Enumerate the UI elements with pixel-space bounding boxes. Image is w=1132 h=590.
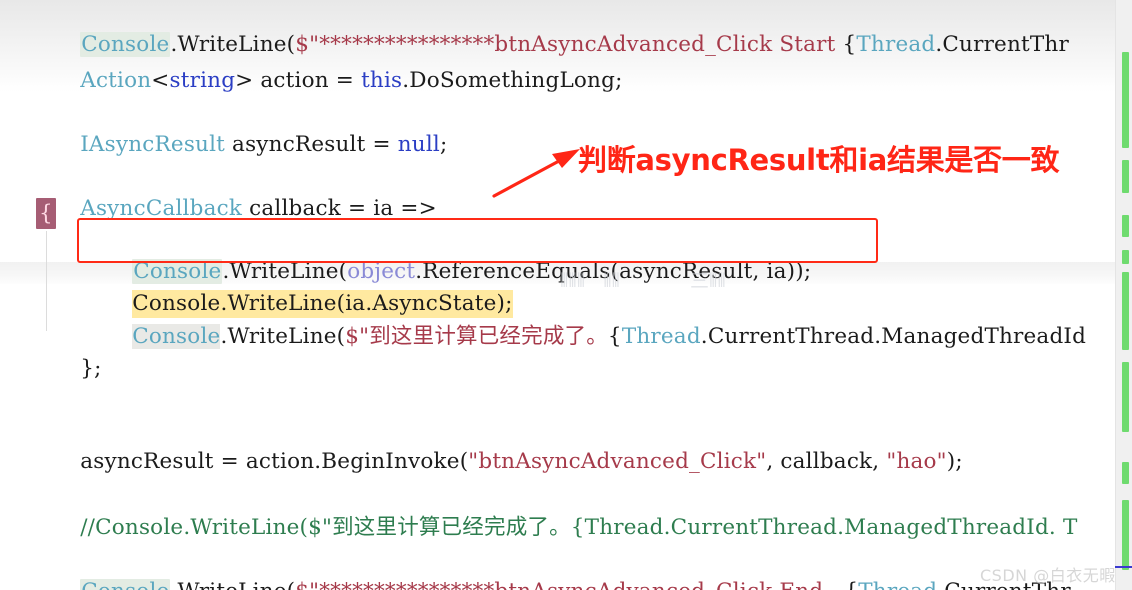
token-callback-lambda: callback = ia => — [242, 196, 437, 221]
token-angle-open: < — [151, 68, 170, 93]
change-marker — [1122, 500, 1129, 570]
scrollbar-thumb-indicator[interactable] — [1115, 566, 1132, 568]
code-line-console-end[interactable]: Console.WriteLine($"****************btnA… — [38, 553, 1071, 590]
indent-guide — [46, 231, 47, 331]
open-brace-glyph: { — [39, 201, 53, 226]
token-currentthread: .CurrentThr — [935, 32, 1069, 57]
change-marker — [1122, 215, 1129, 237]
token-arg-name: "btnAsyncAdvanced_Click" — [468, 449, 767, 474]
token-comment: //Console.WriteLine($"到这里计算已经完成了。{Thread… — [80, 515, 1078, 540]
token-callback-arg: , callback, — [766, 449, 887, 474]
token-close-brace: }; — [80, 356, 102, 381]
change-marker — [1122, 462, 1129, 484]
token-state-arg: "hao" — [886, 449, 947, 474]
annotation-text: 判断asyncResult和ia结果是否一致 — [578, 143, 1060, 177]
token-dosomething: .DoSomethingLong; — [402, 68, 623, 93]
code-editor-screenshot: Console.WriteLine($"****************btnA… — [0, 0, 1132, 590]
token-writeline-open: .WriteLine( — [220, 324, 346, 349]
change-marker — [1122, 250, 1129, 264]
token-currentthread: .CurrentThr — [937, 579, 1071, 590]
token-semicolon: ; — [439, 132, 448, 157]
token-managedthreadid: .CurrentThread.ManagedThreadId — [700, 324, 1087, 349]
token-writeline-open: .WriteLine( — [170, 579, 295, 590]
change-marker — [1122, 52, 1129, 148]
token-this-kw: this — [361, 68, 403, 93]
token-begininvoke-call: asyncResult = action.BeginInvoke( — [80, 449, 469, 474]
token-console: Console — [80, 579, 171, 590]
change-marker — [1122, 160, 1129, 193]
token-null-kw: null — [397, 132, 440, 157]
token-iasyncresult-type: IAsyncResult — [80, 132, 226, 157]
token-chinese-string: $"到这里计算已经完成了。 — [345, 324, 608, 349]
token-thread: Thread — [856, 32, 936, 57]
code-line-close-brace[interactable]: }; — [38, 330, 102, 408]
change-marker — [1122, 362, 1129, 432]
change-marker — [1122, 272, 1129, 350]
token-asynccallback-type: AsyncCallback — [80, 196, 243, 221]
token-brace-open: { — [607, 324, 622, 349]
token-brace-open: { — [844, 579, 858, 590]
code-area[interactable]: Console.WriteLine($"****************btnA… — [0, 0, 1132, 590]
token-thread: Thread — [858, 579, 937, 590]
token-brace-open: { — [842, 32, 857, 57]
token-string-kw: string — [169, 68, 236, 93]
token-string-end: $"****************btnAsyncAdvanced_Click… — [295, 579, 844, 590]
token-thread: Thread — [621, 324, 701, 349]
vertical-scrollbar[interactable] — [1115, 0, 1132, 590]
token-close-paren: ); — [946, 449, 963, 474]
token-action-type: Action — [80, 68, 152, 93]
code-line-done-message[interactable]: Console.WriteLine($"到这里计算已经完成了。{Thread.C… — [90, 298, 1086, 376]
token-asyncresult-var: asyncResult = — [225, 132, 398, 157]
token-console: Console — [132, 324, 221, 349]
token-action-var: > action = — [235, 68, 362, 93]
